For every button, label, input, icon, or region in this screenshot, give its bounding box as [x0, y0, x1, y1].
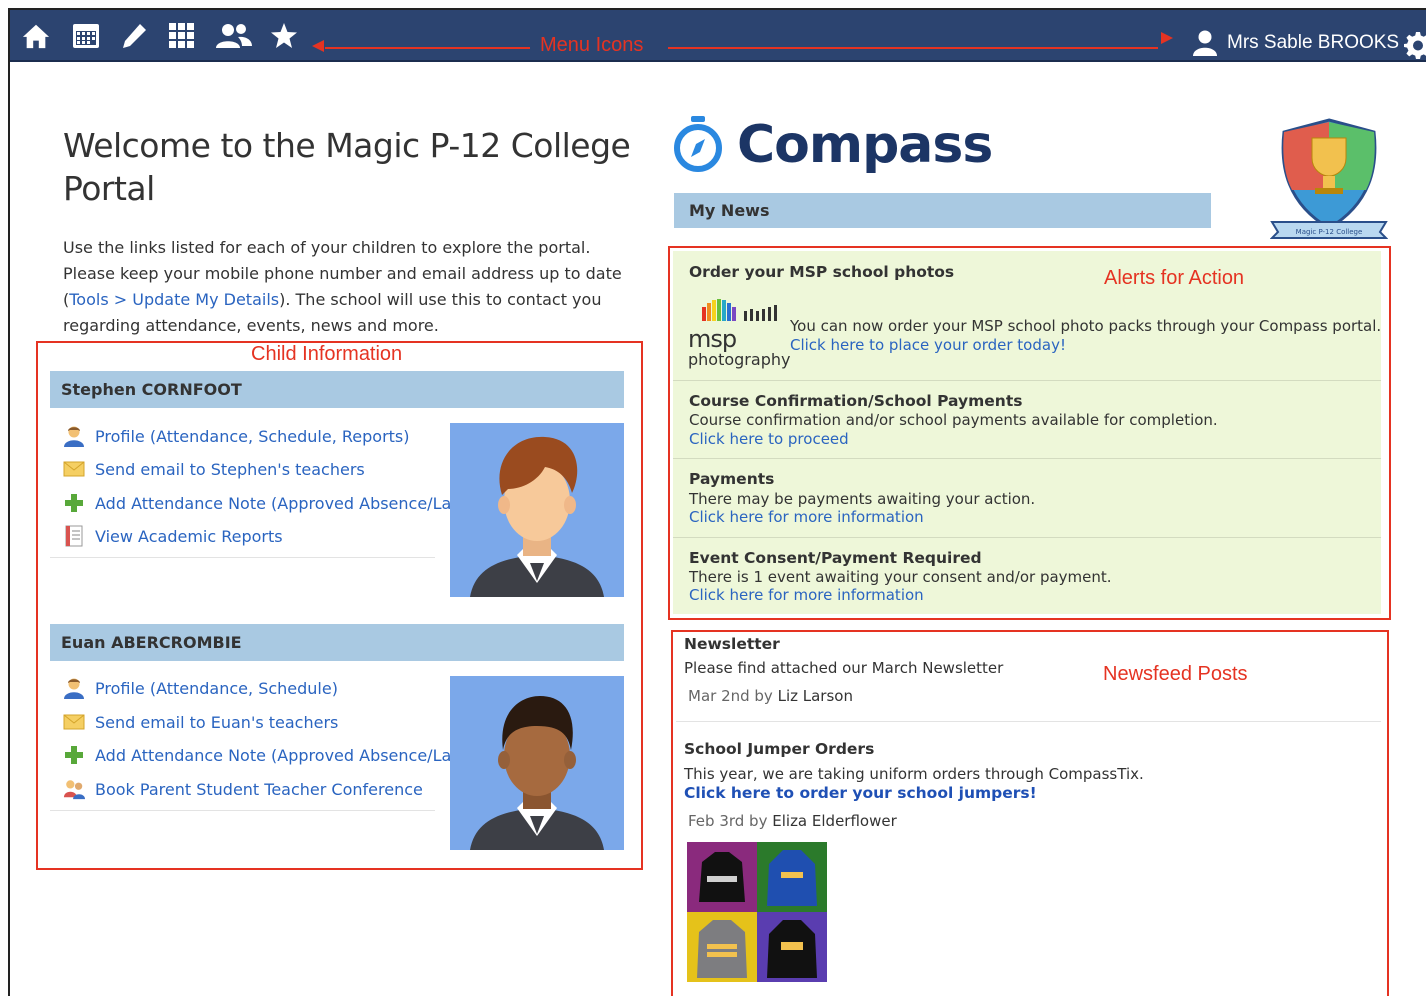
alert-title-course: Course Confirmation/School Payments	[689, 392, 1023, 410]
grid-icon[interactable]	[168, 22, 196, 50]
child-photo-euan	[450, 676, 624, 850]
home-icon[interactable]	[22, 22, 50, 50]
jumper-blue-image	[757, 842, 827, 912]
news-divider	[676, 721, 1381, 722]
book-conference-link-euan[interactable]: Book Parent Student Teacher Conference	[63, 778, 423, 800]
news-post-author: Liz Larson	[777, 687, 853, 705]
reports-link-label: View Academic Reports	[95, 526, 283, 546]
tools-link[interactable]: Tools	[69, 290, 108, 309]
user-icon	[1193, 30, 1217, 56]
news-post-title[interactable]: Newsletter	[684, 635, 780, 653]
child-header-stephen: Stephen CORNFOOT	[50, 371, 624, 408]
school-crest: Magic P-12 College	[1269, 118, 1389, 246]
alert-text-msp: You can now order your MSP school photo …	[790, 317, 1382, 335]
msp-photography-logo: msp photography	[688, 297, 791, 371]
intro-text: Use the links listed for each of your ch…	[63, 235, 633, 339]
update-details-link[interactable]: Update My Details	[132, 290, 279, 309]
envelope-icon	[63, 458, 85, 480]
alert-text-payments: There may be payments awaiting your acti…	[689, 490, 1036, 508]
alert-link-msp[interactable]: Click here to place your order today!	[790, 336, 1066, 354]
jumper-black-image	[687, 842, 757, 912]
profile-link-label: Profile (Attendance, Schedule, Reports)	[95, 426, 410, 446]
child-photo-stephen	[450, 423, 624, 597]
top-navigation-bar: Menu Icons Mrs Sable BROOKS	[10, 10, 1426, 62]
annotation-newsfeed-posts: Newsfeed Posts	[1103, 663, 1248, 685]
email-link-label: Send email to Stephen's teachers	[95, 459, 365, 479]
alert-text-course: Course confirmation and/or school paymen…	[689, 411, 1218, 429]
compass-logo: Compass	[673, 115, 993, 175]
annotation-child-information: Child Information	[251, 343, 403, 365]
alert-title-msp: Order your MSP school photos	[689, 263, 955, 281]
conference-link-label: Book Parent Student Teacher Conference	[95, 779, 423, 799]
news-post-text: Please find attached our March Newslette…	[684, 659, 1004, 677]
compass-wordmark: Compass	[737, 115, 993, 175]
annotation-line-left	[325, 47, 530, 49]
breadcrumb-separator: >	[108, 290, 133, 309]
star-icon[interactable]	[270, 22, 298, 50]
people-icon[interactable]	[216, 22, 252, 50]
msp-logo-subtext: photography	[688, 350, 791, 369]
jumper-grey-image	[687, 912, 757, 982]
arrow-left-icon	[312, 40, 324, 52]
pencil-icon[interactable]	[120, 22, 148, 50]
academic-reports-link-stephen[interactable]: View Academic Reports	[63, 525, 283, 547]
news-post-title[interactable]: School Jumper Orders	[684, 740, 874, 758]
divider	[50, 557, 435, 558]
news-post-author: Eliza Elderflower	[772, 812, 897, 830]
email-teachers-link-euan[interactable]: Send email to Euan's teachers	[63, 711, 338, 733]
news-post-meta: Feb 3rd by Eliza Elderflower	[688, 812, 897, 830]
profile-link-stephen[interactable]: Profile (Attendance, Schedule, Reports)	[63, 425, 410, 447]
attendance-link-label: Add Attendance Note (Approved Absence/La…	[95, 493, 474, 513]
alert-link-payments[interactable]: Click here for more information	[689, 508, 924, 526]
user-name: Mrs Sable BROOKS	[1227, 32, 1400, 53]
plus-icon	[63, 492, 85, 514]
child-header-euan: Euan ABERCROMBIE	[50, 624, 624, 661]
divider	[50, 810, 435, 811]
news-post-meta: Mar 2nd by Liz Larson	[688, 687, 853, 705]
crest-text: Magic P-12 College	[1296, 228, 1363, 236]
attendance-note-link-stephen[interactable]: Add Attendance Note (Approved Absence/La…	[63, 492, 474, 514]
alert-text-event: There is 1 event awaiting your consent a…	[689, 568, 1112, 586]
news-post-date: Feb 3rd by	[688, 812, 768, 830]
msp-logo-text: msp	[688, 325, 737, 353]
envelope-icon	[63, 711, 85, 733]
gear-icon[interactable]	[1404, 31, 1426, 63]
user-menu[interactable]: Mrs Sable BROOKS	[1193, 30, 1399, 56]
news-post-date: Mar 2nd by	[688, 687, 773, 705]
calendar-icon[interactable]	[72, 22, 100, 50]
alert-link-event[interactable]: Click here for more information	[689, 586, 924, 604]
compass-logo-icon	[674, 116, 722, 172]
annotation-alerts-for-action: Alerts for Action	[1104, 267, 1245, 289]
email-link-label: Send email to Euan's teachers	[95, 712, 339, 732]
profile-link-label: Profile (Attendance, Schedule)	[95, 678, 338, 698]
my-news-header: My News	[674, 193, 1211, 228]
jumpers-image[interactable]	[687, 842, 827, 982]
annotation-line-right	[668, 47, 1158, 49]
email-teachers-link-stephen[interactable]: Send email to Stephen's teachers	[63, 458, 365, 480]
profile-icon	[63, 425, 85, 447]
order-jumpers-link[interactable]: Click here to order your school jumpers!	[684, 784, 1037, 802]
arrow-right-icon	[1161, 32, 1173, 44]
report-icon	[63, 525, 85, 547]
profile-link-euan[interactable]: Profile (Attendance, Schedule)	[63, 677, 338, 699]
jumper-black-yellow-image	[757, 912, 827, 982]
attendance-link-label: Add Attendance Note (Approved Absence/La…	[95, 745, 474, 765]
plus-icon	[63, 744, 85, 766]
attendance-note-link-euan[interactable]: Add Attendance Note (Approved Absence/La…	[63, 744, 474, 766]
alert-title-payments: Payments	[689, 470, 775, 488]
annotation-menu-icons: Menu Icons	[540, 34, 644, 56]
alert-title-event: Event Consent/Payment Required	[689, 549, 982, 567]
news-post-text: This year, we are taking uniform orders …	[684, 765, 1144, 783]
conference-icon	[63, 778, 85, 800]
profile-icon	[63, 677, 85, 699]
alert-link-course[interactable]: Click here to proceed	[689, 430, 849, 448]
page-title: Welcome to the Magic P-12 College Portal	[63, 126, 631, 208]
